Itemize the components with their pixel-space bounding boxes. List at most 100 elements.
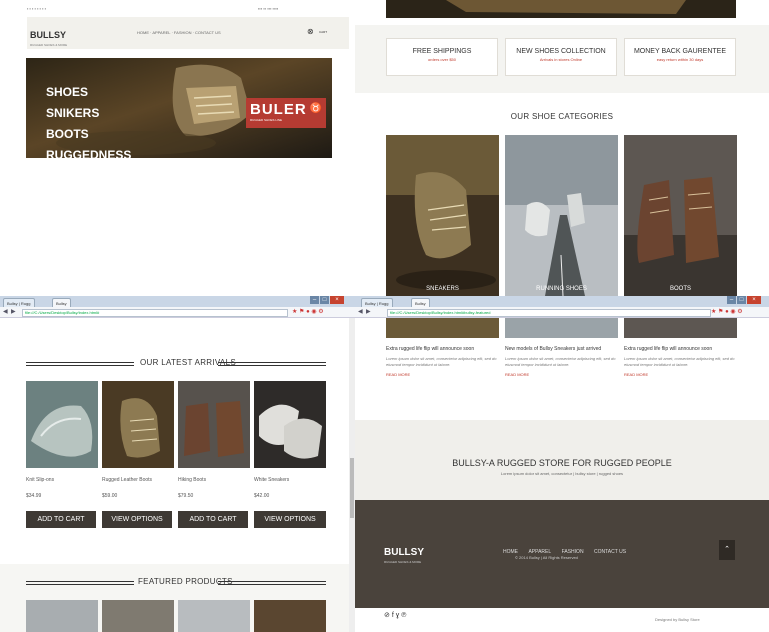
nav-fashion[interactable]: FASHION <box>174 30 192 35</box>
product-image[interactable] <box>102 381 174 468</box>
back-icon[interactable]: ◀ <box>358 308 363 315</box>
product-image[interactable] <box>178 381 250 468</box>
hero-menu: SHOES SNIKERS BOOTS RUGGEDNESS <box>46 82 131 158</box>
arrivals-rule-left <box>26 362 134 366</box>
footer-credit: Designed by Bullsy Store <box>655 617 700 622</box>
post-title[interactable]: Extra rugged life flip will announce soo… <box>386 346 501 352</box>
post-title[interactable]: Extra rugged life flip will announce soo… <box>624 346 739 352</box>
product-price: $34.99 <box>26 493 42 499</box>
address-bar[interactable]: file:///C:/Users/Desktop/Bullsy/index.ht… <box>22 309 288 317</box>
maximize-button[interactable]: □ <box>737 296 746 304</box>
extension-icons[interactable]: ★ ⚑ ● ◉ ⚙ <box>292 308 324 315</box>
post-image[interactable] <box>505 318 618 338</box>
featured-image[interactable] <box>254 600 326 632</box>
product-name[interactable]: Hiking Boots <box>178 477 206 483</box>
top-banner-strip <box>386 0 736 18</box>
hero-menu-boots[interactable]: BOOTS <box>46 124 131 145</box>
feature-collection[interactable]: NEW SHOES COLLECTION Arrivals in stores … <box>505 38 617 76</box>
feature-sub: Arrivals in stores Online <box>539 57 583 62</box>
footer-logo[interactable]: BULLSY RUGGED SHOES & MORE <box>384 542 424 564</box>
footer-logo-tag: RUGGED SHOES & MORE <box>384 560 422 564</box>
maximize-button[interactable]: □ <box>320 296 329 304</box>
forward-icon[interactable]: ▶ <box>11 308 16 315</box>
view-options-button[interactable]: VIEW OPTIONS <box>102 511 172 528</box>
featured-rule-left <box>26 581 134 585</box>
logo-text: BULLSY <box>30 30 66 40</box>
topbar-links[interactable]: ▪▪▪ ▪▪ ▪▪▪ ▪▪▪▪ <box>258 6 278 11</box>
category-image <box>624 135 737 296</box>
nav-apparel[interactable]: APPAREL <box>152 30 170 35</box>
product-image[interactable] <box>26 381 98 468</box>
product-name[interactable]: Knit Slip-ons <box>26 477 54 483</box>
post-excerpt: Lorem ipsum dolor sit amet, consectetur … <box>624 356 735 367</box>
category-card-boots[interactable]: BOOTS <box>624 135 737 296</box>
product-price: $79.50 <box>178 493 194 499</box>
category-card-running[interactable]: RUNNING SHOES <box>505 135 618 296</box>
extension-icons[interactable]: ★ ⚑ ● ◉ ⚙ <box>711 308 743 315</box>
feature-moneyback[interactable]: MONEY BACK GAURENTEE easy return within … <box>624 38 736 76</box>
pinterest-icon[interactable]: ℗ <box>401 612 406 619</box>
nav-contact[interactable]: CONTACT US <box>195 30 221 35</box>
featured-image[interactable] <box>102 600 174 632</box>
post-title[interactable]: New models of Bullsy Sneakers just arriv… <box>505 346 620 352</box>
product-name[interactable]: Rugged Leather Boots <box>102 477 152 483</box>
topbar-text: ▪ ▪ ▪ ▪ ▪ ▪ ▪ ▪ <box>27 6 47 11</box>
product-name[interactable]: White Sneakers <box>254 477 289 483</box>
close-button[interactable]: × <box>330 296 344 304</box>
feature-title: FREE SHIPPINGS <box>412 48 472 55</box>
product-image[interactable] <box>254 381 326 468</box>
minimize-button[interactable]: – <box>310 296 319 304</box>
forward-icon[interactable]: ▶ <box>366 308 371 315</box>
post-image[interactable] <box>386 318 499 338</box>
product-price: $42.00 <box>254 493 270 499</box>
category-label: BOOTS <box>669 286 691 292</box>
hero-brand-tag: RUGGED SHOES LINE <box>250 118 283 122</box>
hero-menu-shoes[interactable]: SHOES <box>46 82 131 103</box>
featured-rule-right <box>218 581 326 585</box>
hero-banner: SHOES SNIKERS BOOTS RUGGEDNESS BULER RUG… <box>26 58 332 158</box>
hero-menu-ruggedness[interactable]: RUGGEDNESS <box>46 145 131 158</box>
cart-icon[interactable]: ⊗ <box>307 27 314 36</box>
back-to-top-button[interactable]: ⌃ <box>719 540 735 560</box>
cart-badge: CART <box>319 30 328 34</box>
product-price: $59.00 <box>102 493 118 499</box>
nav-home[interactable]: HOME <box>137 30 149 35</box>
hero-menu-snikers[interactable]: SNIKERS <box>46 103 131 124</box>
add-to-cart-button[interactable]: ADD TO CART <box>26 511 96 528</box>
featured-image[interactable] <box>26 600 98 632</box>
category-image <box>505 135 618 296</box>
feature-title: NEW SHOES COLLECTION <box>516 48 606 55</box>
social-icons: ⊘ f ɣ ℗ <box>384 611 406 619</box>
header-nav: HOME · APPAREL · FASHION · CONTACT US <box>137 30 221 35</box>
back-icon[interactable]: ◀ <box>3 308 8 315</box>
post-card: Extra rugged life flip will announce soo… <box>386 346 501 377</box>
feature-sub: easy return within 30 days <box>656 57 704 62</box>
view-options-button[interactable]: VIEW OPTIONS <box>254 511 326 528</box>
tagline-title: BULLSY-A RUGGED STORE FOR RUGGED PEOPLE <box>452 458 672 468</box>
scrollbar-thumb[interactable] <box>350 458 354 518</box>
minimize-button[interactable]: – <box>727 296 736 304</box>
twitter-icon[interactable]: ɣ <box>396 612 400 619</box>
facebook-icon[interactable]: f <box>392 612 394 619</box>
post-card: Extra rugged life flip will announce soo… <box>624 346 739 377</box>
browser-toolbar: ◀ ▶ file:///C:/Users/Desktop/Bullsy/inde… <box>355 307 769 318</box>
add-to-cart-button[interactable]: ADD TO CART <box>178 511 248 528</box>
header-logo[interactable]: BULLSY RUGGED SHOES & MORE <box>30 25 67 47</box>
close-button[interactable]: × <box>747 296 761 304</box>
footer-link-contact[interactable]: CONTACT US <box>594 549 626 555</box>
hero-brand-block: BULER RUGGED SHOES LINE ♉ <box>246 98 326 128</box>
category-card-sneakers[interactable]: SNEAKERS <box>386 135 499 296</box>
featured-image[interactable] <box>178 600 250 632</box>
rss-icon[interactable]: ⊘ <box>384 612 390 619</box>
read-more-link[interactable]: READ MORE <box>505 372 620 377</box>
post-image[interactable] <box>624 318 737 338</box>
site-header: BULLSY RUGGED SHOES & MORE HOME · APPARE… <box>27 17 349 49</box>
categories-heading: OUR SHOE CATEGORIES <box>510 112 614 121</box>
read-more-link[interactable]: READ MORE <box>386 372 501 377</box>
feature-shipping[interactable]: FREE SHIPPINGS orders over $50 <box>386 38 498 76</box>
footer-copyright: © 2014 Bullsy | All Rights Reserved <box>515 555 578 560</box>
bottom-right-panel: Bullsy | Rugg Bullsy – □ × ◀ ▶ file:///C… <box>355 296 769 632</box>
read-more-link[interactable]: READ MORE <box>624 372 739 377</box>
category-label: RUNNING SHOES <box>536 286 587 292</box>
address-bar[interactable]: file:///C:/Users/Desktop/Bullsy/index.ht… <box>387 309 711 317</box>
